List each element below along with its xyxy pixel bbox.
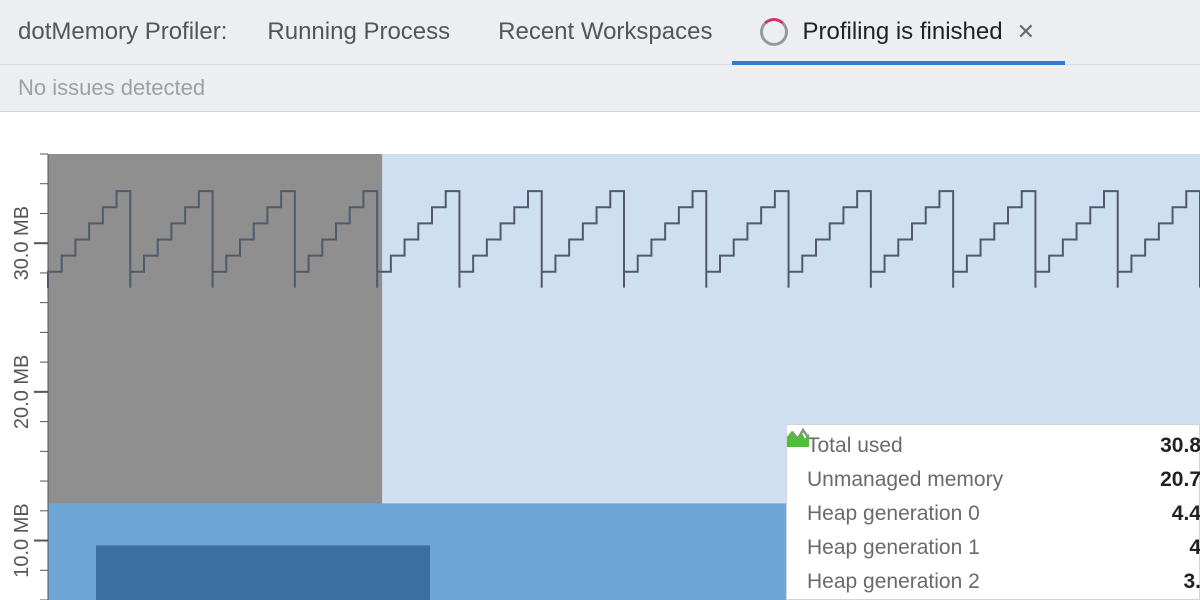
memory-chart[interactable]: 10.0 MB 20.0 MB 30.0 MB Total used 30.8 Un…: [0, 112, 1200, 600]
legend-row-gen1: Heap generation 1 4: [807, 531, 1199, 565]
legend-value: 4: [1189, 536, 1200, 560]
legend-row-unmanaged: Unmanaged memory 20.7: [807, 463, 1199, 497]
tab-profiling-finished[interactable]: Profiling is finished ✕: [760, 0, 1035, 64]
legend-label: Heap generation 0: [807, 502, 1172, 526]
loading-icon: [760, 18, 788, 46]
area-icon: [787, 425, 809, 447]
issues-text: No issues detected: [18, 75, 205, 100]
svg-text:20.0 MB: 20.0 MB: [11, 355, 33, 429]
tab-label: Running Process: [267, 18, 450, 46]
issues-bar: No issues detected: [0, 65, 1200, 112]
tab-label: Recent Workspaces: [498, 18, 712, 46]
legend-row-total: Total used 30.8: [807, 429, 1199, 463]
chart-legend: Total used 30.8 Unmanaged memory 20.7 He…: [786, 424, 1200, 600]
tab-label: Profiling is finished: [802, 18, 1002, 46]
app-title: dotMemory Profiler:: [18, 18, 227, 46]
tab-recent-workspaces[interactable]: Recent Workspaces: [498, 0, 712, 64]
tab-bar: dotMemory Profiler: Running Process Rece…: [0, 0, 1200, 65]
legend-label: Total used: [807, 434, 1160, 458]
legend-row-gen2: Heap generation 2 3.: [807, 565, 1199, 599]
legend-value: 4.4: [1172, 502, 1200, 526]
legend-label: Heap generation 1: [807, 536, 1189, 560]
legend-label: Unmanaged memory: [807, 468, 1160, 492]
svg-text:10.0 MB: 10.0 MB: [11, 503, 33, 577]
legend-label: Heap generation 2: [807, 570, 1183, 594]
legend-value: 3.: [1183, 570, 1200, 594]
legend-value: 20.7: [1160, 468, 1200, 492]
legend-value: 30.8: [1160, 434, 1200, 458]
close-icon[interactable]: ✕: [1017, 21, 1035, 43]
tab-running-process[interactable]: Running Process: [267, 0, 450, 64]
svg-text:30.0 MB: 30.0 MB: [11, 206, 33, 280]
legend-row-gen0: Heap generation 0 4.4: [807, 497, 1199, 531]
